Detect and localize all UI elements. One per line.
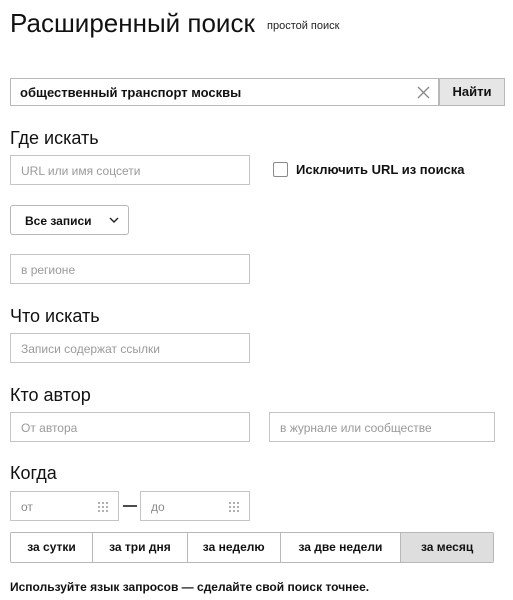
query-language-hint[interactable]: Используйте язык запросов — сделайте сво… <box>10 580 369 594</box>
search-query-text: общественный транспорт москвы <box>20 85 242 100</box>
date-to-input[interactable]: до <box>140 491 250 521</box>
when-heading: Когда <box>10 463 57 483</box>
period-month-button[interactable]: за месяц <box>401 533 493 562</box>
author-input[interactable]: От автора <box>10 412 250 442</box>
date-range-dash <box>123 505 137 507</box>
url-input[interactable]: URL или имя соцсети <box>10 155 250 185</box>
period-three-days-button[interactable]: за три дня <box>92 533 188 562</box>
calendar-icon[interactable] <box>98 501 110 513</box>
date-from-input[interactable]: от <box>10 491 119 521</box>
close-icon[interactable] <box>415 84 432 101</box>
search-input[interactable]: общественный транспорт москвы <box>10 78 439 106</box>
scope-dropdown-value: Все записи <box>25 214 92 228</box>
exclude-url-label[interactable]: Исключить URL из поиска <box>296 162 465 177</box>
links-input[interactable]: Записи содержат ссылки <box>10 333 250 363</box>
period-week-button[interactable]: за неделю <box>187 533 281 562</box>
url-placeholder: URL или имя соцсети <box>21 164 141 178</box>
links-placeholder: Записи содержат ссылки <box>21 342 160 356</box>
page-title: Расширенный поиск <box>10 8 255 38</box>
scope-dropdown[interactable]: Все записи <box>10 205 129 235</box>
where-heading: Где искать <box>10 128 99 148</box>
date-to-placeholder: до <box>151 500 165 514</box>
who-heading: Кто автор <box>10 385 91 405</box>
what-heading: Что искать <box>10 306 100 326</box>
period-two-weeks-button[interactable]: за две недели <box>280 533 402 562</box>
author-placeholder: От автора <box>21 421 78 435</box>
search-button[interactable]: Найти <box>439 78 505 106</box>
date-from-placeholder: от <box>21 500 33 514</box>
region-input[interactable]: в регионе <box>10 254 250 284</box>
community-placeholder: в журнале или сообществе <box>280 421 432 435</box>
period-day-button[interactable]: за сутки <box>11 533 93 562</box>
community-input[interactable]: в журнале или сообществе <box>269 412 495 442</box>
period-selector: за сутки за три дня за неделю за две нед… <box>10 532 494 563</box>
exclude-url-checkbox[interactable] <box>273 162 288 177</box>
chevron-down-icon <box>109 217 119 223</box>
simple-search-link[interactable]: простой поиск <box>267 20 339 32</box>
calendar-icon[interactable] <box>229 501 241 513</box>
region-placeholder: в регионе <box>21 263 76 277</box>
